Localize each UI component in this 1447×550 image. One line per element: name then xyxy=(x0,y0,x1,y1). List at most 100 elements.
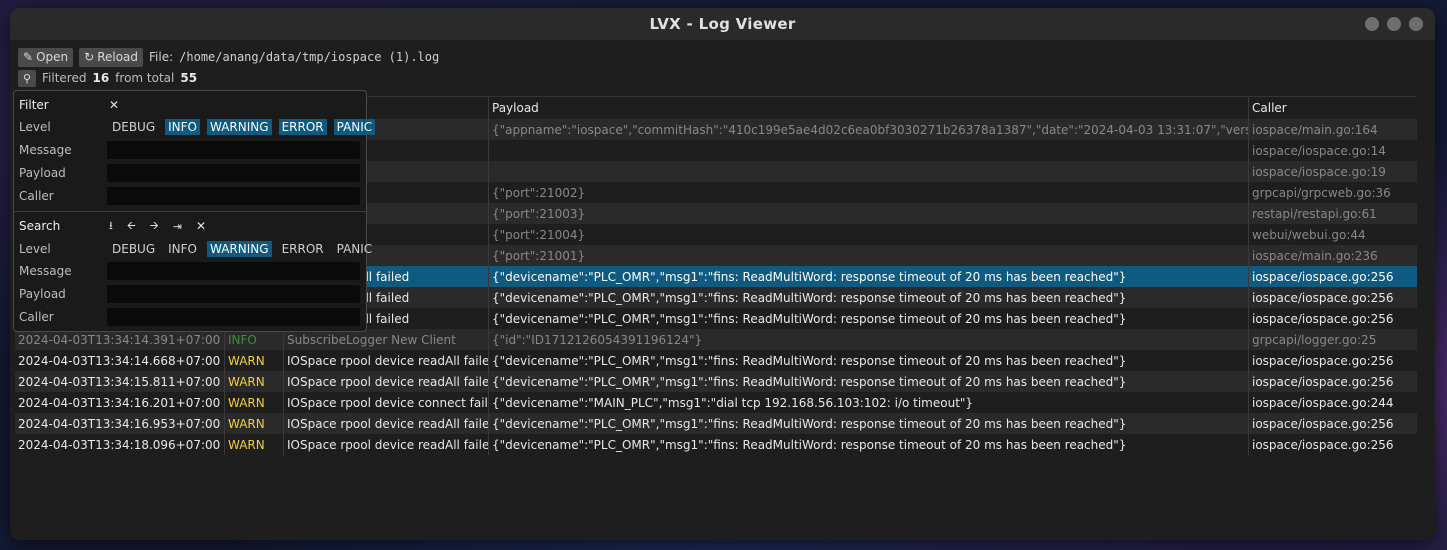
filter-title: Filter xyxy=(19,98,49,112)
search-level-debug-toggle[interactable]: DEBUG xyxy=(109,241,158,257)
cell-payload: {"devicename":"MAIN_PLC","msg1":"dial tc… xyxy=(489,392,1249,413)
cell-time: 2024-04-03T13:34:14.391+07:00 xyxy=(15,329,225,350)
filter-level-label: Level xyxy=(19,120,51,134)
search-level-panic-toggle[interactable]: PANIC xyxy=(334,241,376,257)
cell-payload: {"appname":"iospace","commitHash":"410c1… xyxy=(489,119,1249,140)
filter-search-panel: Filter ✕ Level DEBUG INFO WARNING ERROR PANI… xyxy=(13,90,376,332)
filter-caller-input[interactable] xyxy=(107,187,360,205)
search-level-warning-toggle[interactable]: WARNING xyxy=(207,241,272,257)
search-caller-label: Caller xyxy=(19,310,54,324)
table-row[interactable]: 2024-04-03T13:34:14.391+07:00 INFO Subscri… xyxy=(15,329,1417,350)
cell-caller: restapi/restapi.go:61 xyxy=(1252,206,1377,221)
filter-level-panic-toggle[interactable]: PANIC xyxy=(333,119,376,135)
filter-level-row: Level DEBUG INFO WARNING ERROR PANIC xyxy=(19,117,382,137)
search-caller-input[interactable] xyxy=(107,308,360,326)
filter-level-warning-toggle[interactable]: WARNING xyxy=(207,119,272,135)
filtered-label: Filtered xyxy=(42,71,87,85)
close-button[interactable] xyxy=(1409,17,1423,31)
total-count: 55 xyxy=(180,71,198,85)
clear-search-icon[interactable]: ✕ xyxy=(196,219,206,233)
table-row[interactable]: 2024-04-03T13:34:16.953+07:00 WARN IOSpace… xyxy=(15,413,1417,434)
cell-message: SubscribeLogger New Client xyxy=(284,329,489,350)
reload-icon: ↻ xyxy=(84,50,95,64)
cell-caller: webui/webui.go:44 xyxy=(1252,227,1366,242)
file-label: File: xyxy=(149,50,174,64)
cell-caller: iospace/iospace.go:256 xyxy=(1252,374,1394,389)
folder-icon: ✎ xyxy=(23,50,34,64)
cell-level: INFO xyxy=(225,329,284,350)
cell-caller: iospace/main.go:236 xyxy=(1252,248,1378,263)
filter-level-error-toggle[interactable]: ERROR xyxy=(278,119,327,135)
filter-header: Filter ✕ xyxy=(19,95,119,115)
divider xyxy=(14,211,366,212)
filter-level-info-toggle[interactable]: INFO xyxy=(165,119,201,135)
header-caller[interactable]: Caller xyxy=(1249,97,1417,119)
cell-payload: {"id":"ID1712126054391196124"} xyxy=(489,329,1249,350)
search-message-input[interactable] xyxy=(107,262,360,280)
filter-message-input[interactable] xyxy=(107,141,360,159)
toolbar: ✎ Open ↻ Reload File: /home/anang/data/t… xyxy=(18,47,439,67)
cell-payload: {"devicename":"PLC_OMR","msg1":"fins: Re… xyxy=(489,413,1249,434)
table-row[interactable]: 2024-04-03T13:34:18.096+07:00 WARN IOSpace… xyxy=(15,434,1417,455)
search-message-label: Message xyxy=(19,264,72,278)
filter-message-label: Message xyxy=(19,143,72,157)
search-level-info-toggle[interactable]: INFO xyxy=(165,241,200,257)
total-label: from total xyxy=(115,71,175,85)
search-payload-input[interactable] xyxy=(107,285,360,303)
table-row[interactable]: 2024-04-03T13:34:14.668+07:00 WARN IOSpace… xyxy=(15,350,1417,371)
search-icon: ⚲ xyxy=(22,71,32,85)
cell-payload: {"port":21004} xyxy=(489,224,1249,245)
cell-message: IOSpace rpool device readAll failed xyxy=(284,434,489,455)
table-row[interactable]: 2024-04-03T13:34:16.201+07:00 WARN IOSpace… xyxy=(15,392,1417,413)
search-message-row: Message xyxy=(19,261,109,281)
search-toggle-button[interactable]: ⚲ xyxy=(18,69,36,87)
search-level-error-toggle[interactable]: ERROR xyxy=(279,241,327,257)
cell-caller: iospace/iospace.go:256 xyxy=(1252,353,1394,368)
cell-time: 2024-04-03T13:34:16.953+07:00 xyxy=(15,413,225,434)
cell-payload xyxy=(489,140,1249,161)
jump-end-icon[interactable]: ⇥ xyxy=(173,220,182,233)
cell-time: 2024-04-03T13:34:14.668+07:00 xyxy=(15,350,225,371)
filter-level-debug-toggle[interactable]: DEBUG xyxy=(109,119,158,135)
search-caller-row: Caller xyxy=(19,307,109,327)
search-payload-row: Payload xyxy=(19,284,109,304)
open-button[interactable]: ✎ Open xyxy=(18,47,74,67)
reload-button[interactable]: ↻ Reload xyxy=(79,47,144,67)
filter-caller-label: Caller xyxy=(19,189,54,203)
next-arrow-icon[interactable]: 🡪 xyxy=(150,217,159,236)
cell-caller: iospace/iospace.go:19 xyxy=(1252,164,1386,179)
cell-level: WARN xyxy=(225,434,284,455)
cell-payload: {"port":21001} xyxy=(489,245,1249,266)
cell-payload: {"devicename":"PLC_OMR","msg1":"fins: Re… xyxy=(489,434,1249,455)
cell-time: 2024-04-03T13:34:16.201+07:00 xyxy=(15,392,225,413)
header-payload[interactable]: Payload xyxy=(489,97,1249,119)
cell-payload xyxy=(489,161,1249,182)
filter-message-row: Message xyxy=(19,140,109,160)
minimize-button[interactable] xyxy=(1365,17,1379,31)
cell-payload: {"port":21002} xyxy=(489,182,1249,203)
cell-caller: iospace/iospace.go:256 xyxy=(1252,311,1394,326)
cell-time: 2024-04-03T13:34:18.096+07:00 xyxy=(15,434,225,455)
cell-message: IOSpace rpool device readAll failed xyxy=(284,350,489,371)
cell-caller: iospace/iospace.go:256 xyxy=(1252,269,1394,284)
search-title: Search xyxy=(19,219,61,233)
filter-payload-label: Payload xyxy=(19,166,66,180)
cell-payload: {"devicename":"PLC_OMR","msg1":"fins: Re… xyxy=(489,266,1249,287)
filter-caller-row: Caller xyxy=(19,186,109,206)
filter-payload-input[interactable] xyxy=(107,164,360,182)
cell-level: WARN xyxy=(225,413,284,434)
cell-caller: iospace/iospace.go:244 xyxy=(1252,395,1394,410)
open-button-label: Open xyxy=(36,50,69,64)
title-bar: LVX - Log Viewer xyxy=(10,8,1435,40)
search-level-row: Level DEBUG INFO WARNING ERROR PANIC xyxy=(19,239,382,259)
reload-button-label: Reload xyxy=(97,50,139,64)
filter-payload-row: Payload xyxy=(19,163,109,183)
cell-level: WARN xyxy=(225,392,284,413)
prev-arrow-icon[interactable]: 🡨 xyxy=(127,217,136,236)
window-title: LVX - Log Viewer xyxy=(649,15,796,33)
clear-filter-icon[interactable]: ✕ xyxy=(109,98,119,112)
table-row[interactable]: 2024-04-03T13:34:15.811+07:00 WARN IOSpace… xyxy=(15,371,1417,392)
cell-level: WARN xyxy=(225,371,284,392)
jump-top-icon[interactable]: ⭳ xyxy=(109,217,113,236)
maximize-button[interactable] xyxy=(1387,17,1401,31)
